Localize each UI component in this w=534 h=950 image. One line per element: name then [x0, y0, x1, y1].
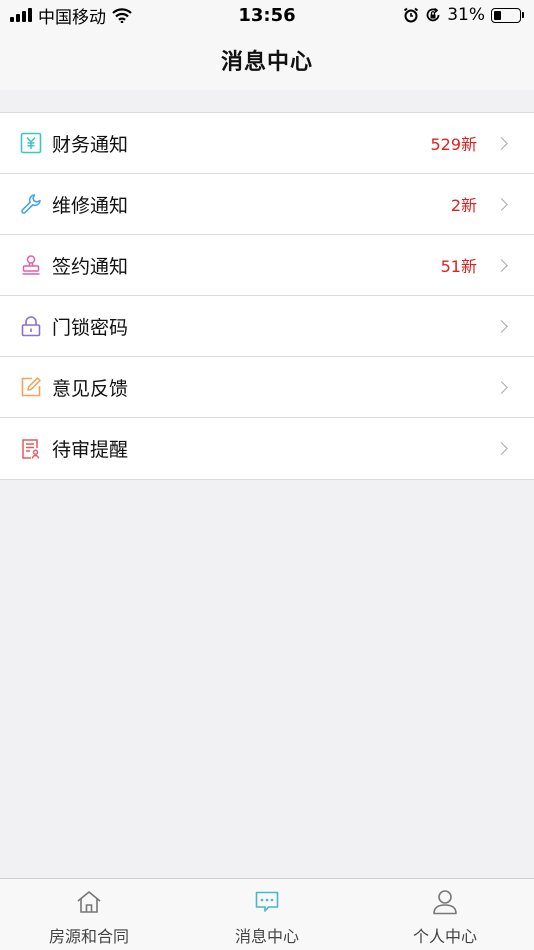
chevron-right-icon — [495, 197, 508, 211]
unread-count-badge: 2新 — [450, 196, 477, 215]
list-item-lock-password[interactable]: 门锁密码 — [0, 296, 534, 357]
page-title: 消息中心 — [220, 50, 313, 75]
list-item-label: 待审提醒 — [52, 439, 129, 461]
chevron-right-icon — [495, 442, 508, 455]
unread-count-badge: 51新 — [440, 257, 477, 276]
tab-properties-contracts[interactable]: 房源和合同 — [0, 879, 178, 950]
tab-label: 个人中心 — [412, 927, 477, 946]
battery-level-fill — [494, 10, 502, 20]
alarm-icon — [404, 7, 419, 23]
navigation-bar: 消息中心 — [0, 30, 534, 90]
list-item-label: 意见反馈 — [52, 377, 129, 400]
list-item-repair-notice[interactable]: 维修通知 2新 — [0, 174, 534, 235]
list-item-label: 维修通知 — [52, 194, 129, 217]
chevron-right-icon — [495, 380, 508, 394]
list-item-label: 签约通知 — [52, 255, 129, 278]
list-item-pending-review[interactable]: 待审提醒 — [0, 418, 534, 479]
tab-label: 房源和合同 — [48, 927, 129, 946]
message-category-list: 财务通知 529新 维修通知 2新 签约通知 51新 门锁密码 意见反馈 待审提… — [0, 112, 534, 480]
list-item-feedback[interactable]: 意见反馈 — [0, 357, 534, 418]
list-item-finance-notice[interactable]: 财务通知 529新 — [0, 113, 534, 174]
tab-label: 消息中心 — [234, 927, 299, 946]
finance-icon — [20, 132, 42, 154]
list-item-label: 门锁密码 — [52, 316, 129, 339]
wifi-icon — [112, 7, 132, 23]
tab-message-center[interactable]: 消息中心 — [178, 879, 356, 950]
status-bar: 中国移动 13:56 31% — [0, 0, 534, 30]
rotation-lock-icon — [426, 7, 440, 22]
unread-count-badge: 529新 — [430, 135, 477, 154]
lock-icon — [20, 315, 42, 337]
battery-percent: 31% — [447, 5, 485, 25]
user-icon — [430, 887, 460, 917]
status-left: 中国移动 — [10, 3, 132, 28]
review-doc-icon — [20, 438, 42, 460]
chevron-right-icon — [495, 136, 508, 150]
carrier-label: 中国移动 — [38, 7, 106, 28]
list-item-label: 财务通知 — [52, 133, 129, 156]
message-icon — [252, 887, 282, 917]
chevron-right-icon — [495, 258, 508, 272]
home-icon — [74, 887, 104, 917]
chevron-right-icon — [495, 319, 508, 333]
edit-icon — [20, 376, 42, 398]
stamp-icon — [20, 254, 42, 276]
status-right: 31% — [403, 5, 524, 25]
bottom-tab-bar: 房源和合同 消息中心 个人中心 — [0, 878, 534, 950]
battery-icon — [491, 7, 524, 23]
wrench-icon — [20, 193, 42, 215]
signal-icon — [10, 8, 32, 22]
list-item-signing-notice[interactable]: 签约通知 51新 — [0, 235, 534, 296]
tab-personal-center[interactable]: 个人中心 — [356, 879, 534, 950]
